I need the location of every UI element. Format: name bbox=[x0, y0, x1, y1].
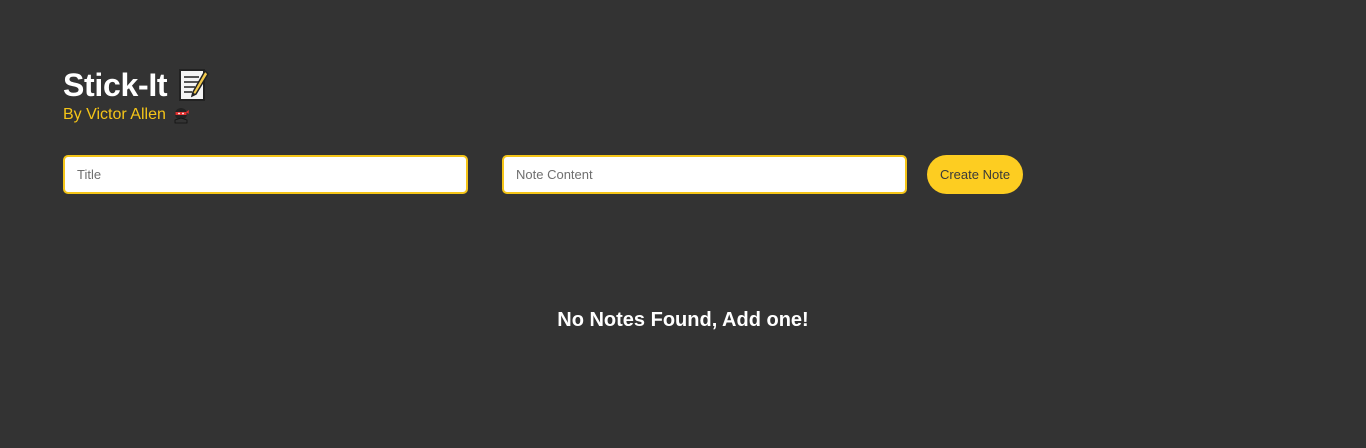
byline: By Victor Allen bbox=[63, 104, 209, 126]
app-title: Stick-It bbox=[63, 67, 168, 103]
title-row: Stick-It bbox=[63, 66, 210, 104]
author-name: By Victor Allen bbox=[63, 106, 166, 123]
title-input[interactable] bbox=[63, 155, 468, 194]
app-header: Stick-It By Victor Allen bbox=[63, 66, 210, 126]
note-content-input[interactable] bbox=[502, 155, 907, 194]
memo-icon bbox=[179, 68, 210, 102]
create-note-button[interactable]: Create Note bbox=[927, 155, 1023, 194]
empty-notes-message: No Notes Found, Add one! bbox=[557, 309, 809, 331]
app-page: Stick-It By Victor Allen Title Note Cont… bbox=[0, 0, 1366, 448]
ninja-icon bbox=[172, 106, 190, 124]
